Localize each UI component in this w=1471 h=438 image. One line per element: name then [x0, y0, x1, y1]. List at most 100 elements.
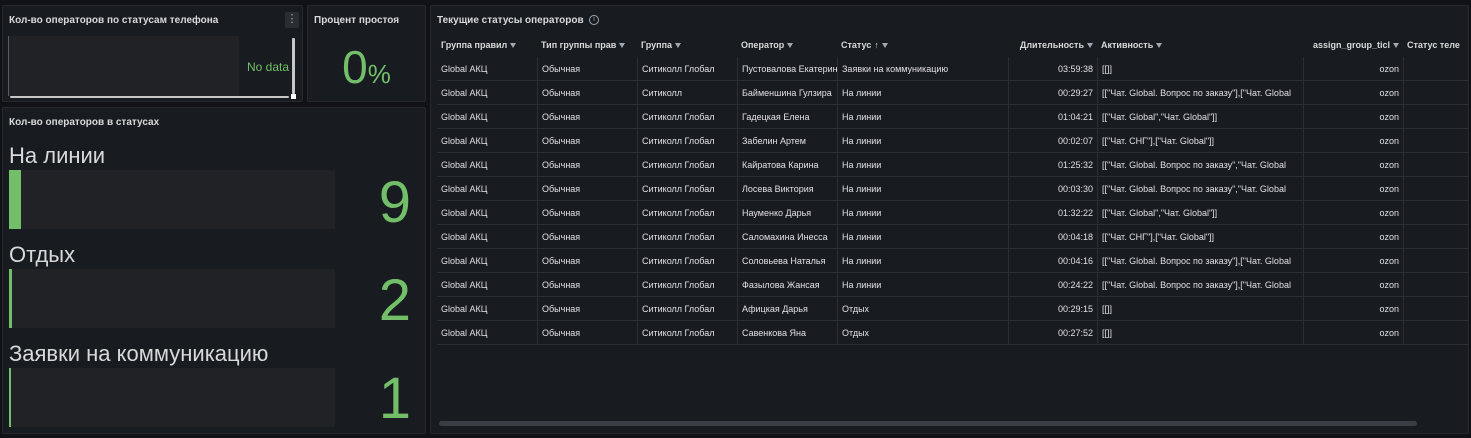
table-row[interactable]: Global АКЦ Обычная Ситиколл Глобал Саломахи…	[437, 225, 1468, 249]
horizontal-scrollbar[interactable]	[439, 421, 1417, 426]
table-cell: Саломахина Инесса	[737, 225, 837, 249]
filter-icon[interactable]	[619, 43, 626, 49]
stat-unit: %	[367, 59, 391, 89]
table-cell: 01:25:32	[1008, 153, 1097, 177]
table-cell: На линии	[837, 153, 1008, 177]
table-body: Global АКЦ Обычная Ситиколл Глобал Пустовал…	[437, 57, 1468, 345]
table-cell	[1403, 153, 1468, 177]
panel-title: Процент простоя	[314, 15, 400, 26]
table-cell	[1403, 321, 1468, 345]
table-cell: ozon	[1303, 225, 1403, 249]
table-row[interactable]: Global АКЦ Обычная Ситиколл Байменшина Гулз…	[437, 81, 1468, 105]
table-cell: ozon	[1303, 81, 1403, 105]
table-cell: 01:04:21	[1008, 105, 1097, 129]
horizontal-scrollbar[interactable]	[10, 96, 289, 98]
table-cell: Обычная	[537, 273, 637, 297]
column-header[interactable]: Активность	[1097, 33, 1303, 57]
table-cell: Global АКЦ	[441, 304, 488, 314]
panel-title: Кол-во операторов по статусам телефона	[9, 15, 219, 26]
table-cell	[1403, 249, 1468, 273]
table-cell: 00:04:18	[1008, 225, 1097, 249]
info-icon[interactable]: i	[589, 15, 599, 25]
stat-bar-fill-requests	[9, 368, 11, 427]
table-cell: Global АКЦ	[441, 88, 488, 98]
kebab-menu-icon[interactable]: ⋮	[285, 12, 299, 28]
table-cell: На линии	[837, 273, 1008, 297]
table-row[interactable]: Global АКЦ Обычная Ситиколл Глобал Пустовал…	[437, 57, 1468, 81]
resize-handle[interactable]	[291, 94, 296, 99]
column-header-label: Группа	[641, 40, 673, 50]
table-row[interactable]: Global АКЦ Обычная Ситиколл Глобал Лосева В…	[437, 177, 1468, 201]
table-cell	[1403, 297, 1468, 321]
filter-icon[interactable]	[787, 43, 794, 49]
column-header[interactable]: Статус ↑	[837, 33, 1008, 57]
table-row[interactable]: Global АКЦ Обычная Ситиколл Глобал Соловьев…	[437, 249, 1468, 273]
table-cell: ozon	[1303, 129, 1403, 153]
table-cell: Ситиколл	[637, 81, 737, 105]
sort-ascending-icon[interactable]: ↑	[874, 40, 879, 50]
table-cell: 00:04:16	[1008, 249, 1097, 273]
column-header[interactable]: Длительность	[1008, 33, 1097, 57]
table-cell: Ситиколл Глобал	[637, 273, 737, 297]
column-header[interactable]: Группа	[637, 33, 737, 57]
stat-label-rest: Отдых	[9, 242, 76, 267]
table-cell: ozon	[1303, 297, 1403, 321]
table-cell: Обычная	[537, 129, 637, 153]
table-cell: ozon	[1303, 201, 1403, 225]
table-cell: [["Чат. Global. Вопрос по заказу","Чат. …	[1097, 177, 1303, 201]
chart-area	[8, 36, 239, 96]
table-cell: Global АКЦ	[441, 136, 488, 146]
table-cell: На линии	[837, 81, 1008, 105]
filter-icon[interactable]	[1156, 43, 1163, 49]
column-header-label: Оператор	[741, 40, 785, 50]
table-cell: Ситиколл Глобал	[637, 177, 737, 201]
status-counts-panel: Кол-во операторов в статусах На линии 9 …	[2, 107, 426, 434]
table-cell: Лосева Виктория	[737, 177, 837, 201]
filter-icon[interactable]	[1393, 43, 1399, 49]
idle-percent-value: 0%	[308, 44, 425, 97]
table-cell: 00:03:30	[1008, 177, 1097, 201]
table-cell: [["Чат. СНГ"],["Чат. Global"]]	[1097, 129, 1303, 153]
table-cell: 00:29:15	[1008, 297, 1097, 321]
table-cell: На линии	[837, 201, 1008, 225]
stat-bar-online	[9, 170, 335, 229]
table-cell: 01:32:22	[1008, 201, 1097, 225]
table-cell	[1403, 57, 1468, 81]
table-cell: Ситиколл Глобал	[637, 297, 737, 321]
table-cell: Афицкая Дарья	[737, 297, 837, 321]
column-header[interactable]: Тип группы прав	[537, 33, 637, 57]
vertical-scrollbar[interactable]	[292, 38, 295, 94]
stat-value-online: 9	[378, 170, 411, 235]
table-row[interactable]: Global АКЦ Обычная Ситиколл Глобал Гадецкая…	[437, 105, 1468, 129]
stat-bar-requests	[9, 368, 335, 427]
filter-icon[interactable]	[1087, 43, 1093, 49]
column-header[interactable]: assign_group_ticl	[1303, 33, 1403, 57]
table-cell: Ситиколл Глобал	[637, 201, 737, 225]
table-cell: Ситиколл Глобал	[637, 57, 737, 81]
table-cell: Global АКЦ	[441, 232, 488, 242]
table-cell: Байменшина Гулзира	[737, 81, 837, 105]
column-header[interactable]: Группа правил	[437, 33, 537, 57]
table-row[interactable]: Global АКЦ Обычная Ситиколл Глобал Афицкая …	[437, 297, 1468, 321]
table-row[interactable]: Global АКЦ Обычная Ситиколл Глобал Савенков…	[437, 321, 1468, 345]
stat-value-requests: 1	[378, 366, 411, 431]
filter-icon[interactable]	[510, 43, 517, 49]
filter-icon[interactable]	[881, 43, 888, 49]
stat-label-requests: Заявки на коммуникацию	[9, 341, 269, 366]
table-row[interactable]: Global АКЦ Обычная Ситиколл Глобал Науменко…	[437, 201, 1468, 225]
table-row[interactable]: Global АКЦ Обычная Ситиколл Глобал Кайратов…	[437, 153, 1468, 177]
table-row[interactable]: Global АКЦ Обычная Ситиколл Глобал Фазылова…	[437, 273, 1468, 297]
column-header[interactable]: Статус теле	[1403, 33, 1468, 57]
table-row[interactable]: Global АКЦ Обычная Ситиколл Глобал Забелин …	[437, 129, 1468, 153]
table-cell	[1403, 105, 1468, 129]
table-cell: Кайратова Карина	[737, 153, 837, 177]
filter-icon[interactable]	[675, 43, 682, 49]
column-header-label: Тип группы прав	[541, 40, 617, 50]
table-cell: Ситиколл Глобал	[637, 249, 737, 273]
idle-percent-panel: Процент простоя 0%	[307, 5, 426, 102]
column-header[interactable]: Оператор	[737, 33, 837, 57]
stat-bar-rest	[9, 269, 335, 328]
column-header-label: Активность	[1101, 40, 1154, 50]
table-cell: Науменко Дарья	[737, 201, 837, 225]
table-cell	[1403, 129, 1468, 153]
